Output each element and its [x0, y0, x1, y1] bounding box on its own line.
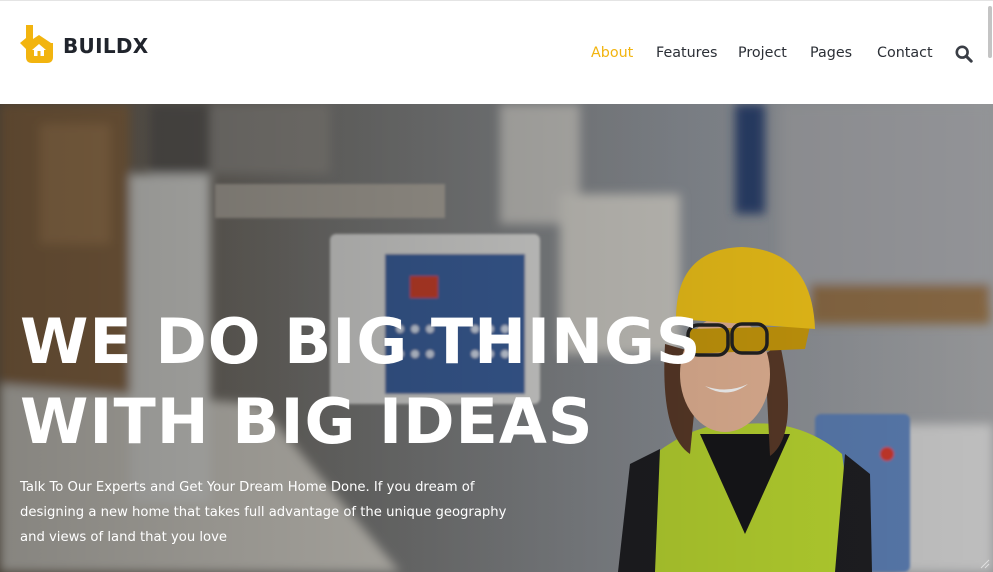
- nav-item-features[interactable]: Features: [656, 45, 717, 61]
- hero-title-line-1: WE DO BIG THINGS: [20, 305, 702, 378]
- resize-grip-icon[interactable]: [980, 559, 990, 569]
- nav-item-project[interactable]: Project: [738, 45, 787, 61]
- hero-title: WE DO BIG THINGS WITH BIG IDEAS: [20, 302, 702, 462]
- nav-item-about[interactable]: About: [591, 45, 633, 61]
- hero-description: Talk To Our Experts and Get Your Dream H…: [20, 480, 507, 545]
- brand-logo[interactable]: BUILDX: [20, 23, 149, 65]
- nav-item-pages[interactable]: Pages: [810, 45, 852, 61]
- scrollbar[interactable]: [987, 2, 993, 62]
- search-button[interactable]: [955, 45, 973, 63]
- hero-title-line-2: WITH BIG IDEAS: [20, 385, 594, 458]
- hero-section: WE DO BIG THINGS WITH BIG IDEAS Talk To …: [0, 104, 993, 572]
- brand-name: BUILDX: [63, 34, 149, 58]
- nav-item-contact[interactable]: Contact: [877, 45, 933, 61]
- search-icon: [955, 45, 973, 63]
- site-header: BUILDX About Features Project Pages Cont…: [0, 0, 993, 104]
- house-logo-icon: [20, 25, 53, 63]
- scrollbar-thumb[interactable]: [988, 6, 992, 58]
